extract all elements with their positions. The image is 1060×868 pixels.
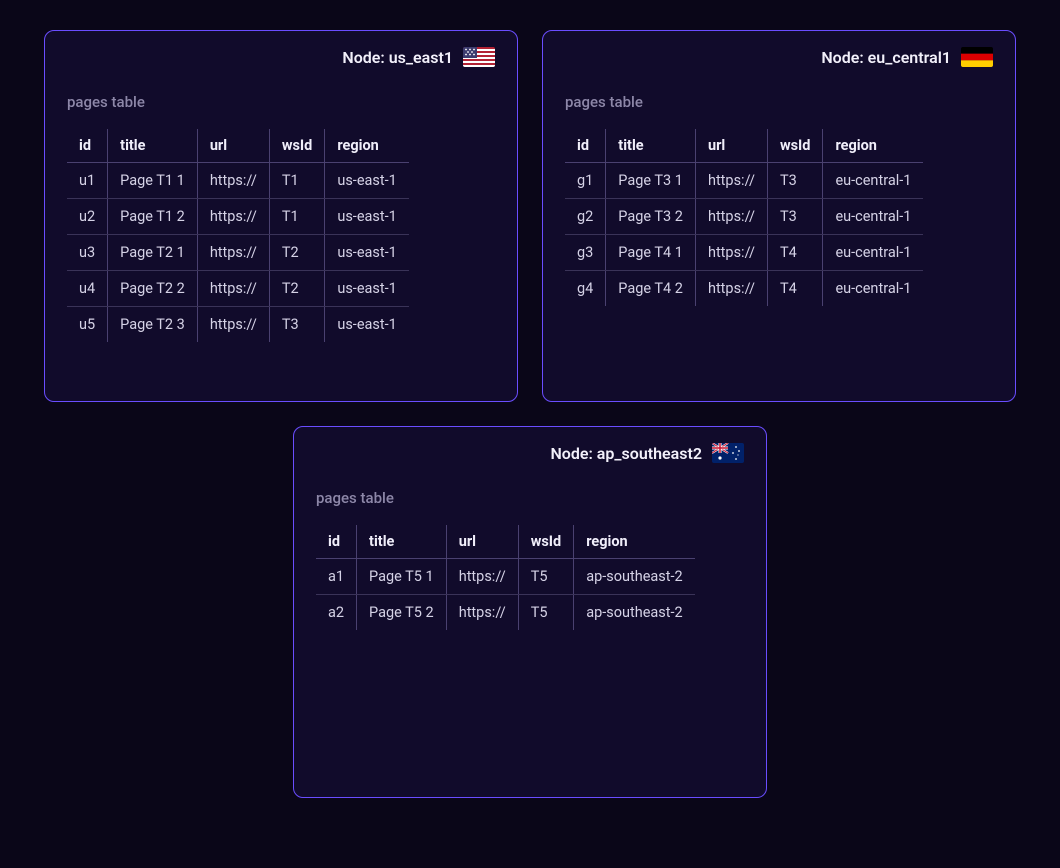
top-row: Node: us_east1 pages table id title url … — [30, 30, 1030, 402]
node-header: Node: ap_southeast2 — [316, 443, 744, 463]
col-wsid: wsId — [767, 129, 823, 163]
table-row: g2Page T3 2https://T3eu-central-1 — [565, 199, 923, 235]
table-title: pages table — [565, 93, 993, 111]
col-id: id — [316, 525, 357, 559]
table-row: a2Page T5 2https://T5ap-southeast-2 — [316, 595, 695, 631]
table-row: a1Page T5 1https://T5ap-southeast-2 — [316, 559, 695, 595]
col-region: region — [574, 525, 695, 559]
table-row: g3Page T4 1https://T4eu-central-1 — [565, 235, 923, 271]
flag-au-icon — [712, 443, 744, 463]
col-title: title — [606, 129, 696, 163]
table-title: pages table — [67, 93, 495, 111]
table-row: g1Page T3 1https://T3eu-central-1 — [565, 163, 923, 199]
col-wsid: wsId — [269, 129, 325, 163]
table-title: pages table — [316, 489, 744, 507]
node-title: Node: us_east1 — [342, 48, 453, 67]
table-header-row: id title url wsId region — [67, 129, 409, 163]
col-id: id — [67, 129, 108, 163]
flag-us-icon — [463, 47, 495, 67]
table-row: u5Page T2 3https://T3us-east-1 — [67, 307, 409, 343]
table-header-row: id title url wsId region — [316, 525, 695, 559]
node-eu-central1: Node: eu_central1 pages table id title u… — [542, 30, 1016, 402]
col-title: title — [357, 525, 447, 559]
node-title: Node: eu_central1 — [821, 48, 951, 67]
col-title: title — [108, 129, 198, 163]
table-row: u4Page T2 2https://T2us-east-1 — [67, 271, 409, 307]
pages-table: id title url wsId region u1Page T1 1http… — [67, 129, 409, 342]
flag-de-icon — [961, 47, 993, 67]
table-row: u3Page T2 1https://T2us-east-1 — [67, 235, 409, 271]
table-row: u2Page T1 2https://T1us-east-1 — [67, 199, 409, 235]
table-row: u1Page T1 1https://T1us-east-1 — [67, 163, 409, 199]
col-url: url — [197, 129, 269, 163]
bottom-row: Node: ap_southeast2 — [30, 426, 1030, 798]
node-header: Node: eu_central1 — [565, 47, 993, 67]
col-url: url — [446, 525, 518, 559]
node-us-east1: Node: us_east1 pages table id title url … — [44, 30, 518, 402]
node-title: Node: ap_southeast2 — [550, 444, 702, 463]
pages-table: id title url wsId region a1Page T5 1http… — [316, 525, 695, 630]
table-header-row: id title url wsId region — [565, 129, 923, 163]
table-row: g4Page T4 2https://T4eu-central-1 — [565, 271, 923, 307]
col-region: region — [823, 129, 923, 163]
node-header: Node: us_east1 — [67, 47, 495, 67]
pages-table: id title url wsId region g1Page T3 1http… — [565, 129, 923, 306]
col-id: id — [565, 129, 606, 163]
col-url: url — [695, 129, 767, 163]
node-ap-southeast2: Node: ap_southeast2 — [293, 426, 767, 798]
col-wsid: wsId — [518, 525, 574, 559]
col-region: region — [325, 129, 409, 163]
